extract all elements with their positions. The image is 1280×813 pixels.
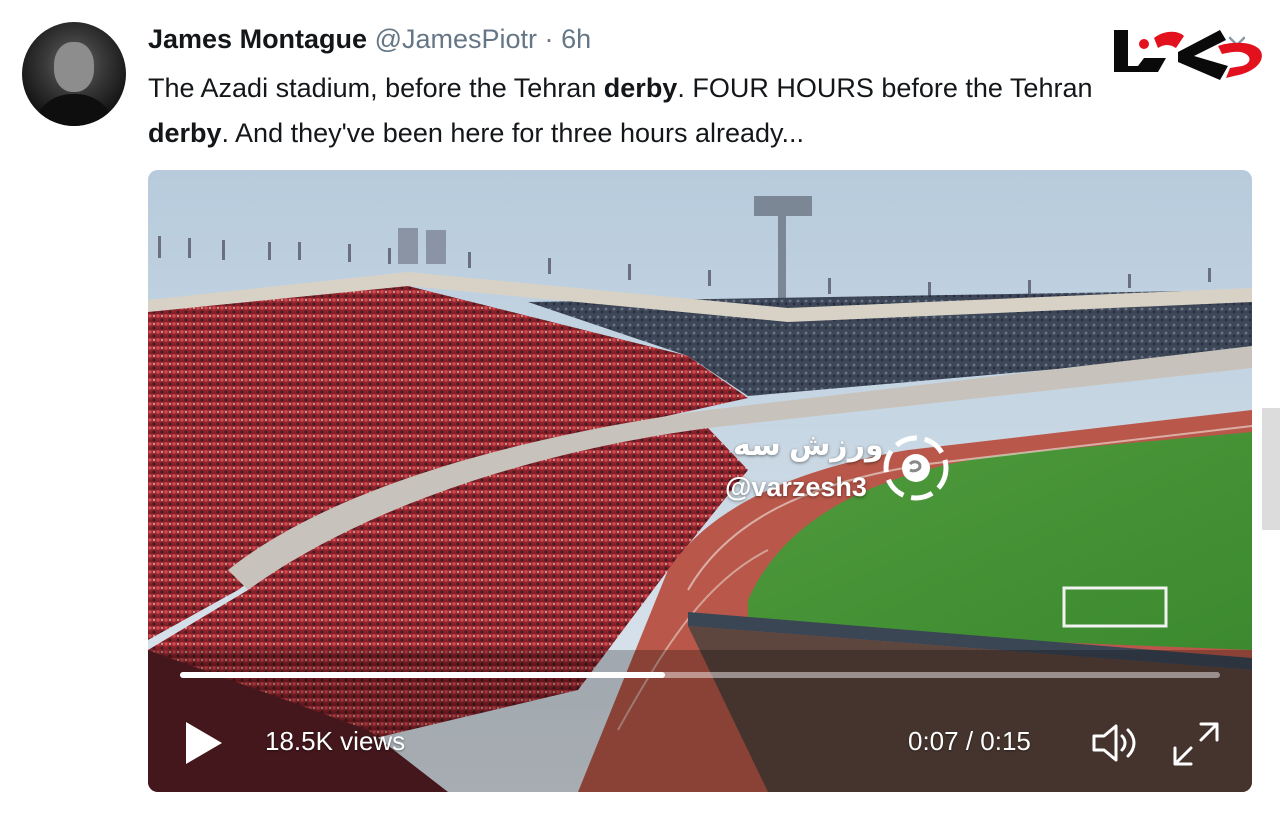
tweet-text: The Azadi stadium, before the Tehran der…: [148, 66, 1208, 156]
author-handle[interactable]: @JamesPiotr: [375, 24, 537, 54]
separator-dot: ·: [544, 24, 554, 54]
video-frame: [148, 170, 1252, 792]
video-timecode: 0:07 / 0:15: [908, 726, 1031, 756]
page-edge-overlay: [1262, 408, 1280, 530]
tweet-text-part: . FOUR HOURS before the Tehran: [677, 73, 1093, 103]
hashtag-derby[interactable]: derby: [148, 118, 222, 148]
avatar[interactable]: [22, 22, 126, 126]
video-progress-fill: [180, 672, 665, 678]
volume-icon[interactable]: [1090, 722, 1140, 764]
fullscreen-icon[interactable]: [1171, 720, 1221, 768]
video-player[interactable]: ورزش سه @varzesh3 18.5K views 0:07 / 0:1…: [148, 170, 1252, 792]
watermark-persian: ورزش سه: [733, 429, 884, 462]
avatar-body: [32, 94, 116, 126]
video-progress-bar[interactable]: [180, 672, 1220, 678]
author-name[interactable]: James Montague: [148, 24, 367, 54]
varzesh3-logo-icon: [883, 435, 949, 501]
tweet-header: James Montague @JamesPiotr · 6h: [148, 22, 591, 56]
tweet-timestamp[interactable]: 6h: [561, 24, 591, 54]
watermark-handle: @varzesh3: [725, 472, 867, 502]
tweet-text-part: The Azadi stadium, before the Tehran: [148, 73, 604, 103]
view-count: 18.5K views: [265, 726, 406, 756]
tweet-text-part: . And they've been here for three hours …: [221, 118, 805, 148]
hashtag-derby[interactable]: derby: [604, 73, 678, 103]
avatar-face: [54, 42, 94, 92]
play-icon[interactable]: [182, 720, 226, 766]
